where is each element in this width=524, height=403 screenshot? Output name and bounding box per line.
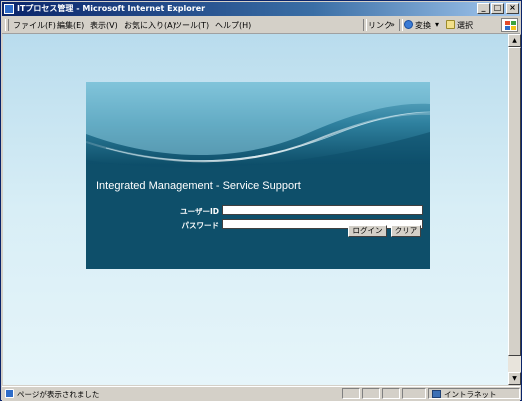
- password-label: パスワード: [181, 221, 220, 230]
- translate-dropdown-icon[interactable]: ▾: [435, 20, 439, 29]
- menu-favorites[interactable]: お気に入り(A): [124, 20, 176, 31]
- scroll-down-arrow-icon[interactable]: ▼: [508, 372, 521, 385]
- ie-page-icon: [4, 4, 14, 14]
- scroll-up-arrow-icon[interactable]: ▲: [508, 34, 521, 47]
- links-chevron-icon[interactable]: »: [390, 20, 395, 29]
- menu-bar: ファイル(F) 編集(E) 表示(V) お気に入り(A) ツール(T) ヘルプ(…: [2, 17, 520, 34]
- username-input[interactable]: [222, 205, 423, 215]
- translate-icon: [404, 20, 413, 29]
- status-pane: [402, 388, 426, 399]
- zone-text: イントラネット: [444, 390, 497, 399]
- login-panel: Integrated Management - Service Support …: [86, 82, 430, 269]
- menu-tools[interactable]: ツール(T): [174, 20, 209, 31]
- login-button[interactable]: ログイン: [348, 225, 387, 237]
- username-label: ユーザーID: [180, 207, 219, 216]
- status-pane: [362, 388, 380, 399]
- toolbar-separator: [399, 19, 403, 31]
- browser-window: ITプロセス管理 - Microsoft Internet Explorer _…: [0, 0, 522, 401]
- windows-logo-icon: [501, 18, 518, 32]
- clear-button[interactable]: クリア: [391, 225, 421, 237]
- minimize-button[interactable]: _: [477, 3, 490, 14]
- scrollbar-thumb[interactable]: [508, 47, 521, 356]
- select-button[interactable]: 選択: [457, 20, 473, 31]
- menu-help[interactable]: ヘルプ(H): [215, 20, 251, 31]
- close-button[interactable]: ×: [506, 3, 519, 14]
- page-content: Integrated Management - Service Support …: [3, 34, 508, 385]
- translate-button[interactable]: 変換: [415, 20, 431, 31]
- window-title: ITプロセス管理 - Microsoft Internet Explorer: [17, 4, 206, 13]
- menu-grip: [5, 19, 9, 31]
- title-bar: ITプロセス管理 - Microsoft Internet Explorer _…: [2, 2, 520, 16]
- links-button[interactable]: リンク: [368, 20, 392, 31]
- status-text: ページが表示されました: [17, 390, 100, 399]
- vertical-scrollbar[interactable]: ▲ ▼: [508, 34, 521, 385]
- intranet-icon: [432, 390, 441, 398]
- menu-view[interactable]: 表示(V): [90, 20, 118, 31]
- application-title: Integrated Management - Service Support: [96, 180, 301, 192]
- toolbar-separator: [363, 19, 367, 31]
- ie-page-icon: [5, 389, 14, 398]
- menu-file[interactable]: ファイル(F): [13, 20, 56, 31]
- select-icon: [446, 20, 455, 29]
- maximize-button[interactable]: □: [491, 3, 504, 14]
- banner-graphic: [86, 82, 430, 168]
- status-pane: [342, 388, 360, 399]
- status-bar: ページが表示されました イントラネット: [2, 386, 520, 401]
- menu-edit[interactable]: 編集(E): [57, 20, 84, 31]
- status-pane: [382, 388, 400, 399]
